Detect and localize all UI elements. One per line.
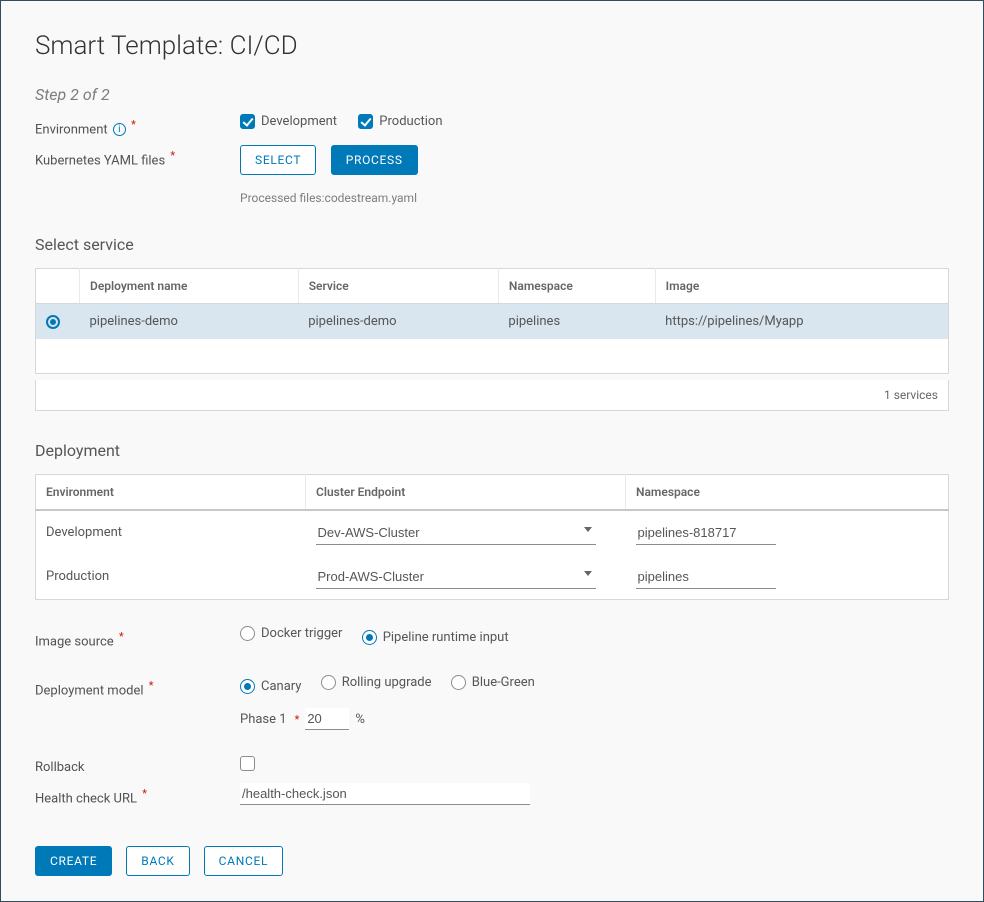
table-row: Development [36, 510, 949, 555]
col-service: Service [298, 269, 498, 304]
required-marker: * [149, 679, 154, 692]
required-marker: * [170, 149, 175, 162]
label-health-check: Health check URL * [35, 783, 240, 806]
cluster-endpoint-value[interactable] [316, 521, 596, 545]
section-select-service: Select service [35, 235, 949, 254]
back-button[interactable]: BACK [126, 846, 189, 876]
radio-pipeline-runtime[interactable]: Pipeline runtime input [362, 630, 509, 645]
radio-icon [240, 679, 255, 694]
checkbox-production[interactable]: Production [358, 114, 442, 129]
chevron-down-icon [584, 527, 592, 532]
cell-namespace: pipelines [498, 304, 655, 340]
chevron-down-icon [584, 571, 592, 576]
page-title: Smart Template: CI/CD [35, 31, 949, 61]
cell-image: https://pipelines/Myapp [655, 304, 948, 340]
row-radio-selected[interactable] [46, 315, 60, 329]
col-image: Image [655, 269, 948, 304]
cell-service: pipelines-demo [298, 304, 498, 340]
table-row[interactable]: pipelines-demo pipelines-demo pipelines … [36, 304, 949, 340]
deployment-table: Environment Cluster Endpoint Namespace D… [35, 474, 949, 600]
col-namespace: Namespace [626, 474, 949, 510]
cell-env: Development [36, 510, 306, 555]
checkbox-label: Production [379, 114, 442, 129]
phase-row: Phase 1 * % [240, 708, 949, 730]
required-marker: * [131, 118, 136, 131]
info-icon[interactable]: i [113, 123, 126, 136]
radio-icon [240, 626, 255, 641]
select-button[interactable]: SELECT [240, 145, 316, 175]
radio-icon [321, 675, 336, 690]
radio-canary[interactable]: Canary [240, 679, 301, 694]
col-cluster-endpoint: Cluster Endpoint [306, 474, 626, 510]
radio-blue-green[interactable]: Blue-Green [451, 675, 535, 690]
radio-label: Rolling upgrade [342, 675, 432, 690]
cell-deployment: pipelines-demo [80, 304, 299, 340]
col-namespace: Namespace [498, 269, 655, 304]
radio-label: Canary [261, 679, 301, 694]
step-indicator: Step 2 of 2 [35, 85, 949, 104]
create-button[interactable]: CREATE [35, 846, 112, 876]
radio-icon [451, 675, 466, 690]
label-rollback: Rollback [35, 756, 240, 775]
section-deployment: Deployment [35, 441, 949, 460]
row-yaml-files: Kubernetes YAML files * SELECT PROCESS P… [35, 145, 949, 205]
checkbox-development[interactable]: Development [240, 114, 337, 129]
percent-label: % [355, 712, 365, 727]
radio-label: Blue-Green [472, 675, 535, 690]
processed-files-note: Processed files:codestream.yaml [240, 191, 949, 205]
required-marker: * [142, 787, 147, 800]
col-deployment-name: Deployment name [80, 269, 299, 304]
required-marker: * [119, 630, 124, 643]
cluster-endpoint-value[interactable] [316, 565, 596, 589]
row-rollback: Rollback [35, 756, 949, 775]
col-environment: Environment [36, 474, 306, 510]
checkbox-icon [240, 114, 255, 129]
radio-label: Docker trigger [261, 626, 342, 641]
label-environment: Environment i * [35, 114, 240, 137]
table-row: Production [36, 555, 949, 600]
radio-label: Pipeline runtime input [383, 630, 509, 645]
checkbox-icon [358, 114, 373, 129]
radio-docker-trigger[interactable]: Docker trigger [240, 626, 342, 641]
namespace-input[interactable] [636, 565, 776, 589]
row-environment: Environment i * Development Production [35, 114, 949, 137]
cell-env: Production [36, 555, 306, 600]
service-table: Deployment name Service Namespace Image … [35, 268, 949, 374]
checkbox-rollback[interactable] [240, 756, 255, 771]
phase-label: Phase 1 [240, 712, 287, 727]
cluster-endpoint-select[interactable] [316, 565, 596, 589]
label-yaml-files: Kubernetes YAML files * [35, 145, 240, 168]
row-health-check: Health check URL * [35, 783, 949, 806]
footer-actions: CREATE BACK CANCEL [35, 846, 949, 876]
checkbox-label: Development [261, 114, 337, 129]
row-deployment-model: Deployment model * Canary Rolling upgrad… [35, 675, 949, 730]
health-check-input[interactable] [240, 783, 530, 805]
label-deployment-model: Deployment model * [35, 675, 240, 698]
cancel-button[interactable]: CANCEL [204, 846, 284, 876]
service-table-footer: 1 services [35, 380, 949, 411]
radio-rolling-upgrade[interactable]: Rolling upgrade [321, 675, 432, 690]
radio-icon [362, 630, 377, 645]
smart-template-wizard: Smart Template: CI/CD Step 2 of 2 Enviro… [0, 0, 984, 902]
process-button[interactable]: PROCESS [331, 145, 418, 175]
label-image-source: Image source * [35, 626, 240, 649]
required-marker: * [295, 713, 300, 726]
row-image-source: Image source * Docker trigger Pipeline r… [35, 626, 949, 649]
namespace-input[interactable] [636, 521, 776, 545]
cluster-endpoint-select[interactable] [316, 521, 596, 545]
phase-percent-input[interactable] [305, 708, 349, 730]
table-row-empty [36, 339, 949, 373]
